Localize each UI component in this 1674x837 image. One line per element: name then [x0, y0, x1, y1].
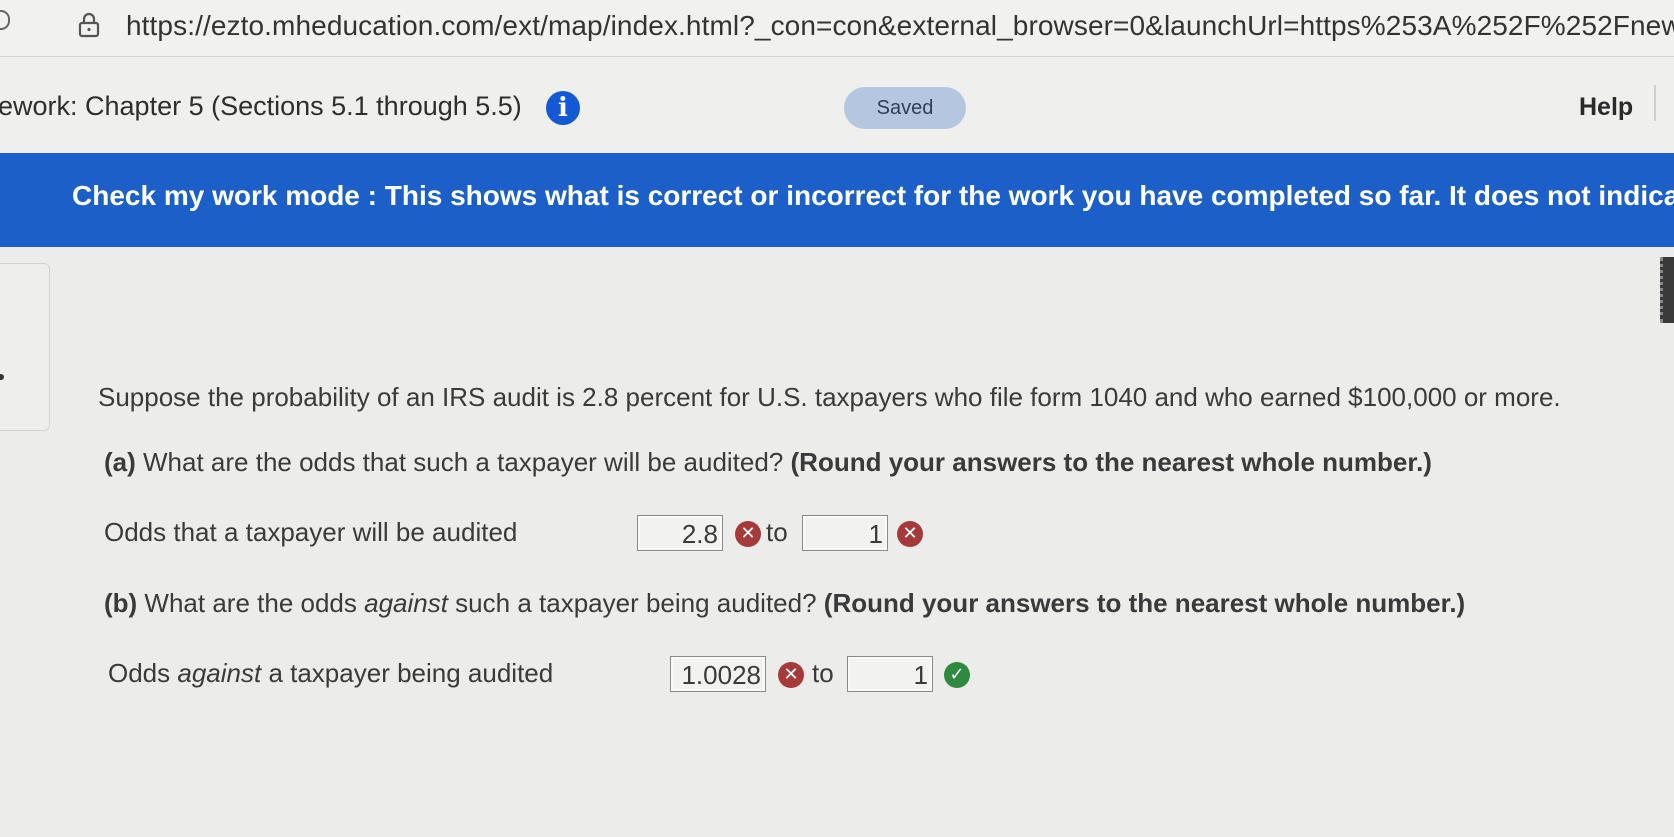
part-b-instruction: (Round your answers to the nearest whole… [823, 588, 1466, 618]
part-a-answer2-input[interactable]: 1 [802, 515, 888, 551]
question-area: Suppose the probability of an IRS audit … [0, 247, 1674, 837]
assignment-header: ework: Chapter 5 (Sections 5.1 through 5… [0, 57, 1674, 153]
part-b-answer2-input[interactable]: 1 [847, 656, 933, 692]
banner-message: Check my work mode : This shows what is … [72, 180, 1674, 211]
part-a-letter: (a) [104, 447, 136, 477]
side-panel[interactable] [0, 263, 50, 431]
help-button[interactable]: Help [1579, 93, 1633, 122]
assignment-title: ework: Chapter 5 (Sections 5.1 through 5… [0, 91, 522, 121]
url-field[interactable]: https://ezto.mheducation.com/ext/map/ind… [126, 10, 1674, 42]
info-icon[interactable]: i [546, 91, 580, 125]
header-divider [1654, 85, 1656, 121]
back-arrow-icon[interactable] [0, 10, 10, 30]
part-b-question-post: such a taxpayer being audited? [447, 588, 824, 618]
check-circle-icon: ✓ [944, 662, 970, 688]
part-a-question: What are the odds that such a taxpayer w… [135, 447, 791, 477]
part-b-letter: (b) [104, 588, 138, 618]
part-b-label-post: a taxpayer being audited [261, 658, 554, 688]
part-a-to-text: to [766, 517, 788, 547]
part-b-prompt: (b) What are the odds against such a tax… [104, 588, 1465, 619]
question-stem: Suppose the probability of an IRS audit … [98, 382, 1561, 412]
part-b-to-text: to [812, 658, 834, 688]
part-b-row-label: Odds against a taxpayer being audited [108, 658, 553, 689]
check-my-work-banner: Check my work mode : This shows what is … [0, 153, 1674, 247]
part-a-prompt: (a) What are the odds that such a taxpay… [104, 447, 1432, 478]
part-b-label-em: against [177, 658, 262, 688]
part-a-instruction: (Round your answers to the nearest whole… [790, 447, 1432, 477]
part-b-answer1-input[interactable]: 1.0028 [670, 656, 766, 692]
scrollbar-handle[interactable] [1660, 257, 1674, 323]
x-circle-icon: ✕ [778, 662, 804, 688]
x-circle-icon: ✕ [897, 521, 923, 547]
part-b-label-pre: Odds [108, 658, 178, 688]
part-a-answer1-input[interactable]: 2.8 [637, 515, 723, 551]
saved-status-badge: Saved [844, 87, 966, 129]
lock-icon[interactable] [78, 12, 100, 38]
x-circle-icon: ✕ [735, 521, 761, 547]
browser-address-bar: https://ezto.mheducation.com/ext/map/ind… [0, 0, 1674, 57]
part-a-row-label: Odds that a taxpayer will be audited [104, 517, 518, 547]
part-b-question-em: against [364, 588, 448, 618]
part-b-question-pre: What are the odds [137, 588, 365, 618]
